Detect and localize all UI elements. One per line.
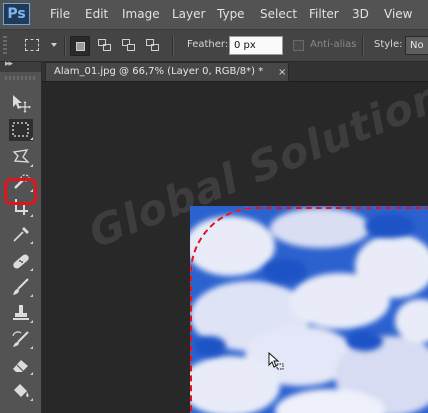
tools-panel: ▸▸ <box>0 59 42 413</box>
tool-flyout-indicator <box>30 214 33 217</box>
paint-bucket-tool[interactable] <box>9 380 33 402</box>
move-icon <box>13 95 31 113</box>
close-icon[interactable]: × <box>278 64 286 82</box>
arrow-cursor-icon <box>268 351 284 370</box>
eyedropper-tool[interactable] <box>9 223 33 245</box>
document-canvas-area[interactable]: Global Solutions <box>42 82 428 413</box>
tools-panel-grip[interactable] <box>5 76 36 80</box>
menu-edit[interactable]: Edit <box>85 7 108 21</box>
move-tool[interactable] <box>9 92 33 114</box>
clone-stamp-tool[interactable] <box>9 302 33 324</box>
menu-3d[interactable]: 3D <box>352 7 369 21</box>
marquee-icon <box>25 39 39 51</box>
menu-file[interactable]: File <box>50 7 70 21</box>
history-brush-tool[interactable] <box>9 328 33 350</box>
lasso-tool[interactable] <box>9 146 33 168</box>
intersect-selection-button[interactable] <box>143 36 163 56</box>
tools-panel-header[interactable]: ▸▸ <box>0 59 41 72</box>
menu-image[interactable]: Image <box>122 7 160 21</box>
feather-label: Feather: <box>187 39 229 50</box>
menu-view[interactable]: View <box>384 7 412 21</box>
photoshop-logo: Ps <box>3 3 30 25</box>
eraser-tool[interactable] <box>9 354 33 376</box>
divider <box>172 36 174 56</box>
document-tab-strip: Alam_01.jpg @ 66,7% (Layer 0, RGB/8*) * … <box>42 62 428 82</box>
menu-select[interactable]: Select <box>260 7 297 21</box>
menu-filter[interactable]: Filter <box>309 7 339 21</box>
tool-flyout-indicator <box>30 294 33 297</box>
divider <box>64 36 66 56</box>
subtract-selection-icon-part <box>127 44 135 51</box>
menu-type[interactable]: Type <box>217 7 245 21</box>
tool-flyout-indicator <box>30 241 33 244</box>
add-selection-icon-part <box>103 44 111 51</box>
subtract-from-selection-button[interactable] <box>119 36 139 56</box>
new-selection-icon <box>76 42 85 51</box>
chevron-down-icon[interactable] <box>51 43 57 47</box>
menu-bar: Ps File Edit Image Layer Type Select Fil… <box>0 0 428 30</box>
options-bar: Feather: 0 px Anti-alias Style: No <box>0 30 428 62</box>
tool-preset-picker[interactable] <box>23 37 43 55</box>
tool-flyout-indicator <box>30 398 33 401</box>
intersect-selection-icon-part <box>151 44 159 51</box>
tool-flyout-indicator <box>30 164 33 167</box>
feather-input[interactable]: 0 px <box>229 36 283 55</box>
document-tab[interactable]: Alam_01.jpg @ 66,7% (Layer 0, RGB/8*) * … <box>45 62 289 81</box>
cloud-photo <box>190 206 428 413</box>
menu-layer[interactable]: Layer <box>172 7 205 21</box>
marquee-tool-highlight <box>4 178 37 205</box>
add-to-selection-button[interactable] <box>95 36 115 56</box>
antialias-label: Anti-alias <box>310 39 357 50</box>
options-bar-grip[interactable] <box>3 36 7 56</box>
tool-flyout-indicator <box>30 372 33 375</box>
sky-image[interactable] <box>190 206 428 413</box>
antialias-checkbox[interactable] <box>293 40 304 51</box>
new-selection-button[interactable] <box>70 36 90 56</box>
style-select[interactable]: No <box>405 36 428 55</box>
rectangular-marquee-tool[interactable] <box>9 119 33 141</box>
tool-flyout-indicator <box>30 268 33 271</box>
healing-brush-tool[interactable] <box>9 250 33 272</box>
expand-icon[interactable]: ▸▸ <box>5 59 13 69</box>
divider <box>362 36 364 56</box>
tool-flyout-indicator <box>30 320 33 323</box>
document-tab-title: Alam_01.jpg @ 66,7% (Layer 0, RGB/8*) * <box>54 66 264 77</box>
brush-tool[interactable] <box>9 276 33 298</box>
style-label: Style: <box>374 39 403 50</box>
cursor-icon <box>268 351 284 374</box>
tool-flyout-indicator <box>30 346 33 349</box>
tool-flyout-indicator <box>30 137 33 140</box>
